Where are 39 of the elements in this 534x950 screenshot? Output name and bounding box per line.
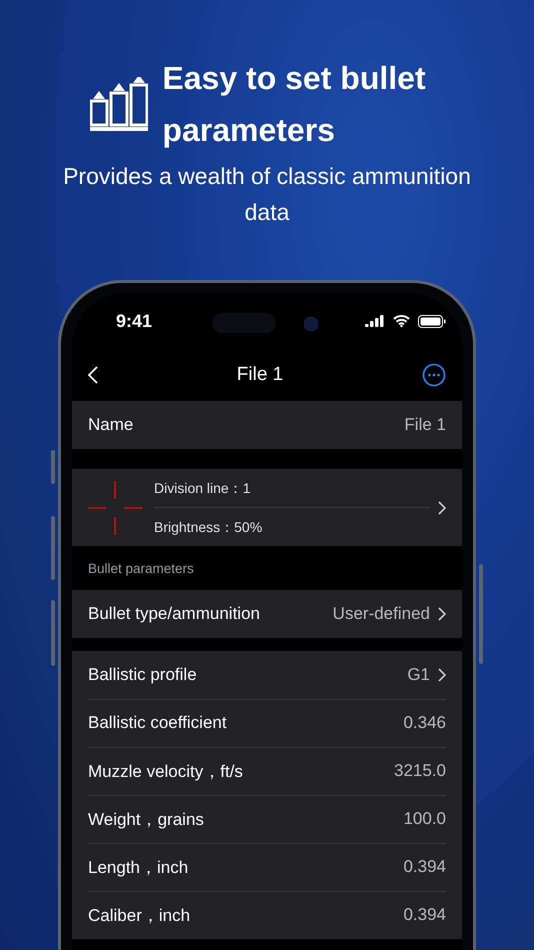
headline: parameters <box>162 111 336 150</box>
chevron-icon <box>438 668 446 682</box>
row-label: Name <box>88 415 134 435</box>
wifi-icon <box>393 315 410 327</box>
camera-icon <box>304 317 318 331</box>
row-label: Weight，grains <box>88 808 204 830</box>
bullets-icon <box>90 77 148 131</box>
status-time: 9:41 <box>116 310 152 332</box>
reticle-icon <box>88 480 142 534</box>
ammo-row[interactable]: Bullet type/ammunition User-defined <box>72 590 462 638</box>
name-row[interactable]: Name File 1 <box>72 401 462 449</box>
row-value: User-defined <box>332 604 430 624</box>
screen-title: File 1 <box>236 364 284 386</box>
row-value: G1 <box>407 665 430 685</box>
subtitle: Provides a wealth of classic ammunition data <box>62 162 472 227</box>
row-value: 100.0 <box>403 809 446 829</box>
row-value: 0.394 <box>403 857 446 877</box>
row-value: 0.346 <box>403 713 446 733</box>
chevron-icon <box>438 500 446 514</box>
back-button[interactable] <box>88 366 98 384</box>
section-label: Bullet parameters <box>87 560 195 578</box>
battery-icon <box>418 314 446 328</box>
parameter-row[interactable]: Ballistic profile G1 <box>72 651 462 699</box>
reticle-row[interactable]: Division line：1 Brightness：50% <box>72 469 462 546</box>
signal-icon <box>365 315 385 327</box>
row-value: 3215.0 <box>394 761 446 781</box>
row-value: 0.394 <box>403 905 446 925</box>
row-label: Muzzle velocity，ft/s <box>88 760 243 782</box>
row-label: Length，inch <box>88 856 188 878</box>
more-button[interactable] <box>422 363 446 387</box>
row-label: Ballistic coefficient <box>88 713 227 733</box>
division-line-text: Division line：1 <box>154 479 252 498</box>
row-value: File 1 <box>404 415 446 435</box>
headline: Easy to set bullet <box>162 59 426 98</box>
row-label: Caliber，inch <box>88 904 190 926</box>
row-label: Ballistic profile <box>88 665 197 685</box>
chevron-icon <box>438 607 446 621</box>
brightness-text: Brightness：50% <box>154 518 264 537</box>
row-label: Bullet type/ammunition <box>88 604 260 624</box>
